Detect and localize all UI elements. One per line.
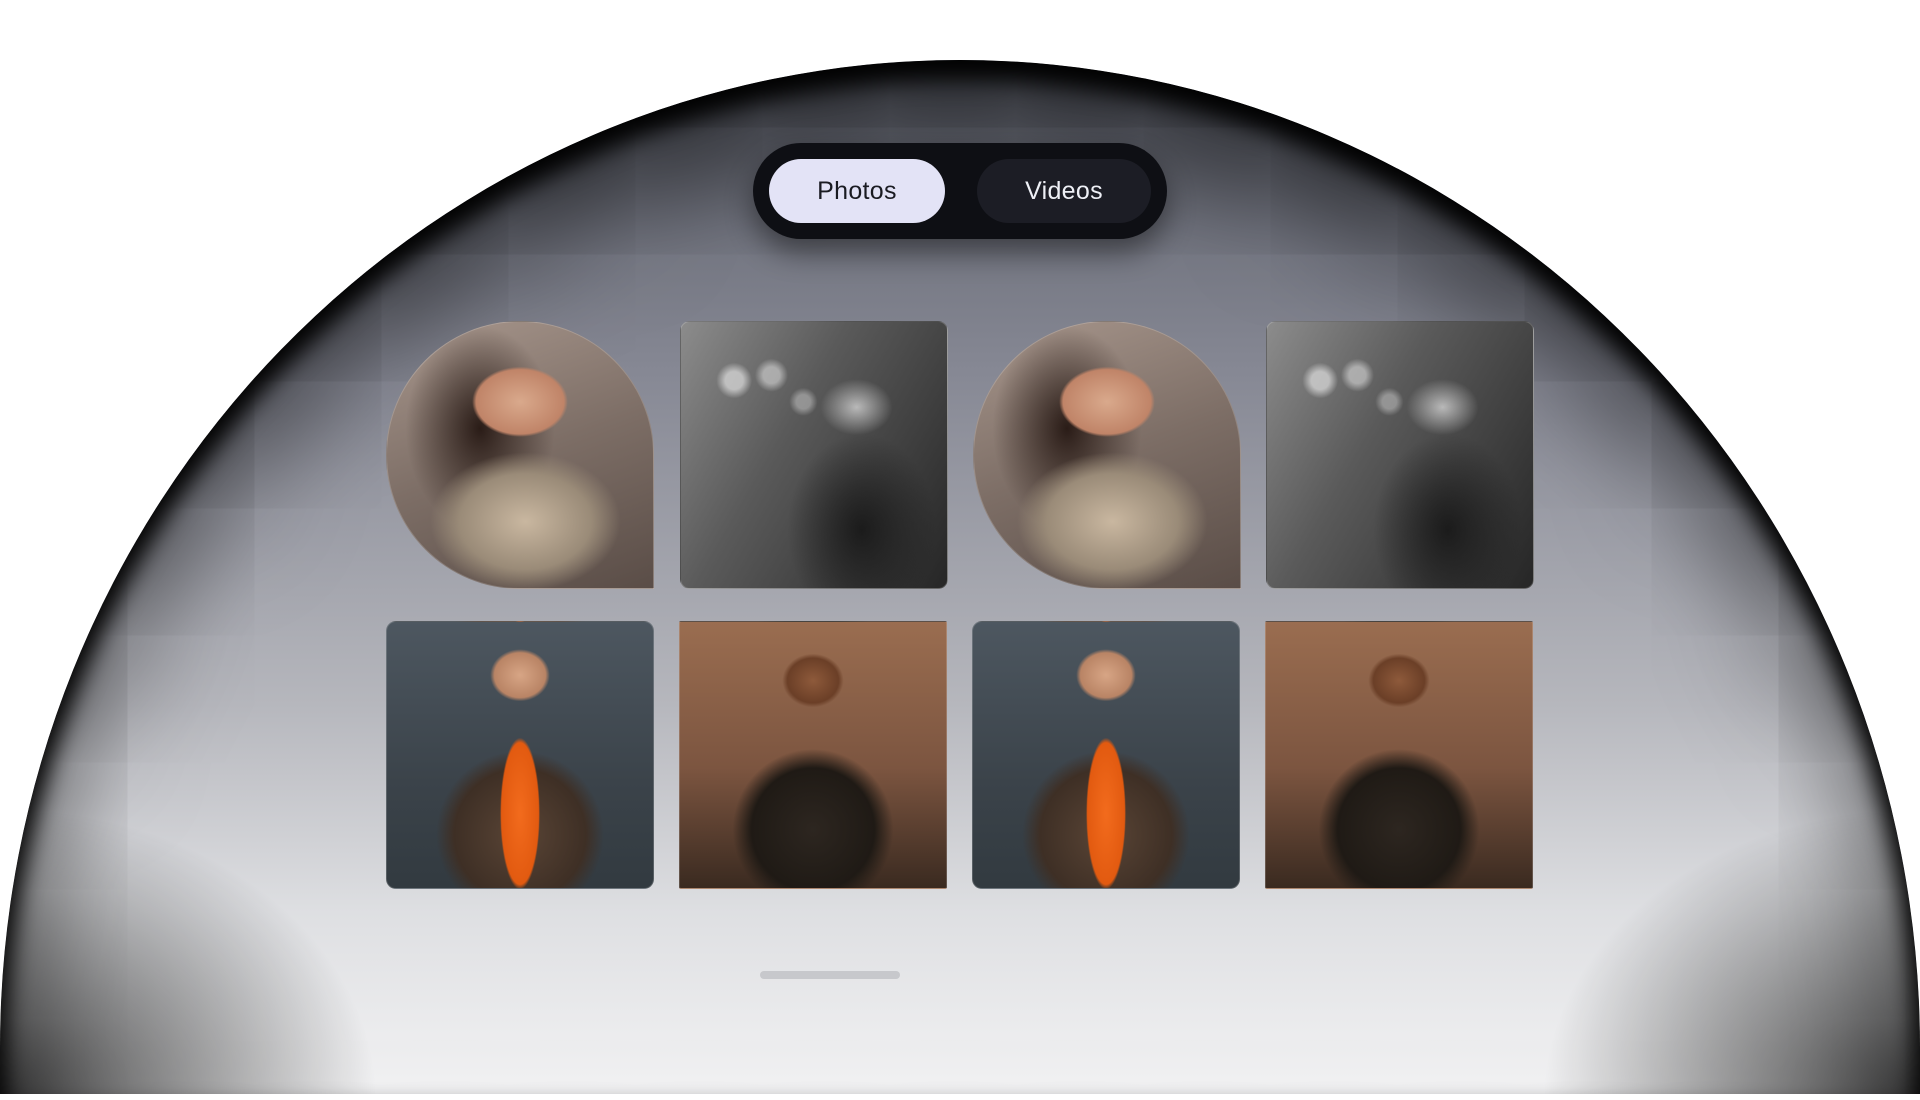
- bottom-strip: [0, 1094, 1920, 1100]
- photo-tile-singer-microphone[interactable]: [680, 321, 948, 589]
- photo-tile-woman-sequin-dress[interactable]: [386, 321, 654, 589]
- tab-videos[interactable]: Videos: [977, 159, 1151, 223]
- media-type-switcher: Photos Videos: [753, 143, 1167, 239]
- photo-tile-man-orange-shirt[interactable]: [386, 621, 654, 889]
- photo-tile-singer-microphone[interactable]: [1266, 321, 1534, 589]
- tab-photos[interactable]: Photos: [769, 159, 945, 223]
- page-indicator: [760, 971, 900, 979]
- photo-tile-smiling-man[interactable]: [679, 621, 947, 889]
- photo-tile-smiling-man[interactable]: [1265, 621, 1533, 889]
- photo-tile-man-orange-shirt[interactable]: [972, 621, 1240, 889]
- photo-tile-woman-sequin-dress[interactable]: [973, 321, 1241, 589]
